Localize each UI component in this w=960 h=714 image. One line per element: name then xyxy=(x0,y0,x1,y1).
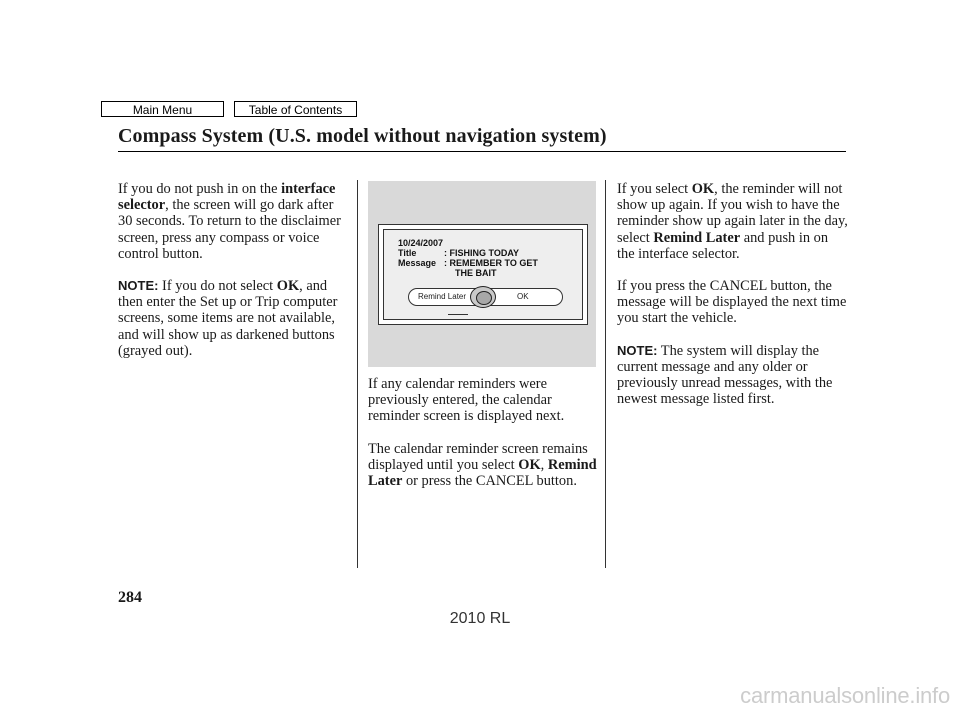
right-paragraph-2: If you press the CANCEL button, the mess… xyxy=(617,278,847,327)
note-label: NOTE: xyxy=(118,278,159,294)
left-note: NOTE: If you do not select OK, and then … xyxy=(118,278,338,359)
page-number: 284 xyxy=(118,589,142,606)
column-divider-left xyxy=(357,180,358,568)
screen-message-value: : REMEMBER TO GET xyxy=(444,258,538,268)
screen-bezel-detail xyxy=(448,314,468,323)
display-screen-illustration: 10/24/2007 Title : FISHING TODAY Message… xyxy=(378,224,588,325)
right-note: NOTE: The system will display the curren… xyxy=(617,342,833,408)
screen-message-value-line2: THE BAIT xyxy=(455,268,497,278)
main-menu-button[interactable]: Main Menu xyxy=(101,101,224,117)
middle-paragraph-1: If any calendar reminders were previousl… xyxy=(368,376,565,425)
footer-model: 2010 RL xyxy=(449,610,511,627)
remind-later-softkey: Remind Later xyxy=(418,292,467,301)
left-column: If you do not push in on the interface s… xyxy=(118,181,346,359)
ok-softkey: OK xyxy=(517,292,529,301)
column-divider-right xyxy=(605,180,606,568)
screen-title-label: Title xyxy=(398,248,417,258)
screen-message-label: Message xyxy=(398,258,437,268)
table-of-contents-button[interactable]: Table of Contents xyxy=(234,101,357,117)
section-title: Compass System (U.S. model without navig… xyxy=(118,125,607,147)
right-column: If you select OK, the reminder will not … xyxy=(617,181,849,407)
screen-title-value: : FISHING TODAY xyxy=(444,248,520,258)
left-paragraph: If you do not push in on the interface s… xyxy=(118,181,341,262)
right-paragraph-1: If you select OK, the reminder will not … xyxy=(617,181,848,262)
display-screen-inner: 10/24/2007 Title : FISHING TODAY Message… xyxy=(383,229,583,320)
title-rule xyxy=(118,151,846,152)
watermark: carmanualsonline.info xyxy=(740,683,950,708)
interface-selector-knob-icon xyxy=(470,286,496,308)
note-label: NOTE: xyxy=(617,342,658,358)
middle-column: If any calendar reminders were previousl… xyxy=(368,376,598,489)
middle-paragraph-2: The calendar reminder screen remains dis… xyxy=(368,440,597,490)
screen-date: 10/24/2007 xyxy=(398,238,444,248)
